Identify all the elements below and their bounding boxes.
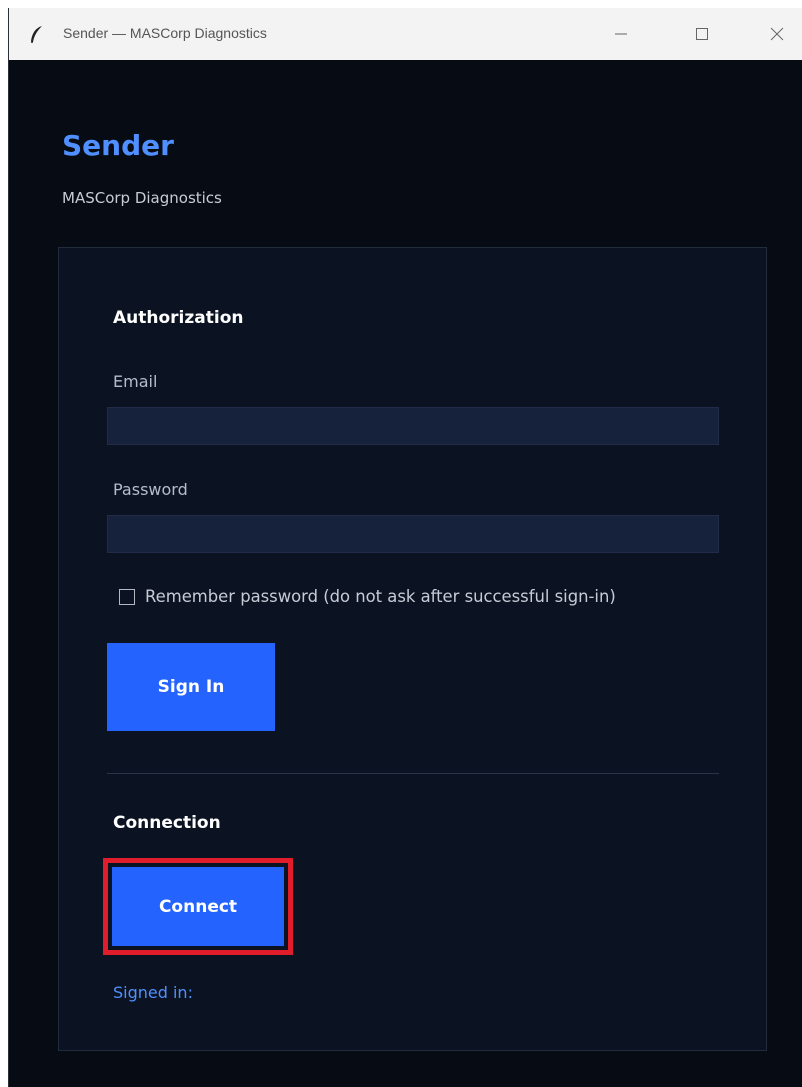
feather-icon (29, 25, 45, 43)
email-input[interactable] (107, 407, 719, 445)
title-bar[interactable]: Sender — MASCorp Diagnostics (9, 8, 802, 60)
signed-in-status: Signed in: (113, 983, 193, 1002)
sign-in-button[interactable]: Sign In (107, 643, 275, 731)
minimize-button[interactable] (607, 20, 635, 48)
connect-button[interactable]: Connect (112, 867, 284, 946)
remember-password-toggle[interactable]: Remember password (do not ask after succ… (119, 587, 616, 606)
password-input[interactable] (107, 515, 719, 553)
app-subtitle: MASCorp Diagnostics (62, 189, 222, 207)
main-panel: Authorization Email Password Remember pa… (58, 247, 767, 1051)
password-label: Password (113, 480, 188, 499)
minimize-icon (615, 33, 627, 35)
maximize-button[interactable] (688, 20, 716, 48)
maximize-icon (696, 28, 708, 40)
section-divider (107, 773, 719, 774)
authorization-title: Authorization (113, 308, 244, 328)
app-title: Sender (62, 129, 174, 162)
close-icon (770, 27, 784, 41)
close-button[interactable] (763, 20, 791, 48)
remember-password-checkbox[interactable] (119, 588, 135, 605)
app-window: Sender — MASCorp Diagnostics Sender MASC… (8, 8, 802, 1087)
remember-password-label: Remember password (do not ask after succ… (145, 587, 616, 606)
window-title: Sender — MASCorp Diagnostics (63, 25, 267, 41)
email-label: Email (113, 372, 158, 391)
connection-title: Connection (113, 813, 221, 833)
